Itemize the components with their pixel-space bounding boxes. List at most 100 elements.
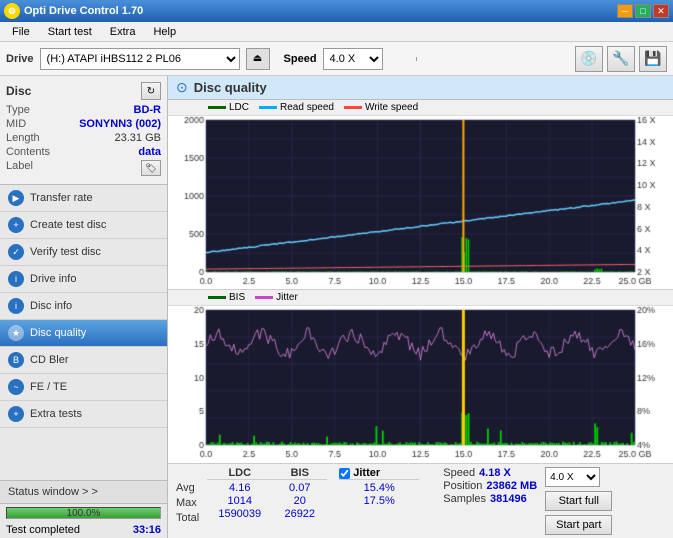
sidebar-label-drive-info: Drive info xyxy=(30,273,76,285)
progress-bar: 100.0% xyxy=(6,507,161,519)
start-part-button[interactable]: Start part xyxy=(545,515,612,535)
sidebar-item-cd-bler[interactable]: B CD Bler xyxy=(0,347,167,374)
time-display: 33:16 xyxy=(133,524,161,536)
ldc-max: 1014 xyxy=(207,495,272,507)
nav-items: ▶ Transfer rate + Create test disc ✓ Ver… xyxy=(0,185,167,428)
sidebar: Disc ↻ Type BD-R MID SONYNN3 (002) Lengt… xyxy=(0,76,168,538)
progress-area: 100.0% xyxy=(0,504,167,522)
create-test-disc-icon: + xyxy=(8,217,24,233)
disc-mid-label: MID xyxy=(6,118,26,130)
disc-button[interactable]: 💿 xyxy=(575,46,603,72)
toolbar-right: 💿 🔧 💾 xyxy=(575,46,667,72)
bis-header: BIS xyxy=(272,467,327,480)
disc-section: Disc ↻ Type BD-R MID SONYNN3 (002) Lengt… xyxy=(0,76,167,185)
position-row: Position 23862 MB xyxy=(443,480,537,492)
menu-bar: File Start test Extra Help xyxy=(0,22,673,42)
save-button[interactable]: 💾 xyxy=(639,46,667,72)
disc-length-row: Length 23.31 GB xyxy=(6,132,161,144)
minimize-button[interactable]: ─ xyxy=(617,4,633,18)
app-icon: ⚙ xyxy=(4,3,20,19)
cd-bler-icon: B xyxy=(8,352,24,368)
chart-title-icon: ⊙ xyxy=(176,79,188,96)
disc-length-label: Length xyxy=(6,132,40,144)
legend-ldc: LDC xyxy=(208,102,249,113)
start-buttons: 4.0 X Start full Start part xyxy=(545,467,612,535)
app-title: Opti Drive Control 1.70 xyxy=(24,5,143,17)
sidebar-item-fe-te[interactable]: ~ FE / TE xyxy=(0,374,167,401)
sidebar-item-extra-tests[interactable]: + Extra tests xyxy=(0,401,167,428)
speed-select[interactable]: 4.0 X xyxy=(323,48,383,70)
legend-write-speed-color xyxy=(344,106,362,109)
disc-label-button[interactable]: 🏷 xyxy=(141,160,161,176)
position-value: 23862 MB xyxy=(486,480,537,492)
fe-te-icon: ~ xyxy=(8,379,24,395)
menu-file[interactable]: File xyxy=(4,24,38,40)
disc-label-row: Label 🏷 xyxy=(6,160,161,176)
speed-select-row: 4.0 X xyxy=(545,467,612,487)
total-label: Total xyxy=(176,512,199,526)
top-chart-legend: LDC Read speed Write speed xyxy=(168,100,673,116)
drive-select[interactable]: (H:) ATAPI iHBS112 2 PL06 xyxy=(40,48,240,70)
sidebar-label-disc-info: Disc info xyxy=(30,300,72,312)
transfer-rate-icon: ▶ xyxy=(8,190,24,206)
bis-stats-col: BIS 0.07 20 26922 xyxy=(272,467,327,520)
disc-refresh-button[interactable]: ↻ xyxy=(141,82,161,100)
maximize-button[interactable]: □ xyxy=(635,4,651,18)
bis-avg: 0.07 xyxy=(272,482,327,494)
speed-select-stats[interactable]: 4.0 X xyxy=(545,467,600,487)
max-label: Max xyxy=(176,497,199,511)
bottom-chart-legend: BIS Jitter xyxy=(168,290,673,306)
sidebar-status: Status window > > 100.0% Test completed … xyxy=(0,480,167,538)
legend-jitter-label: Jitter xyxy=(276,292,298,303)
menu-start-test[interactable]: Start test xyxy=(40,24,100,40)
close-button[interactable]: ✕ xyxy=(653,4,669,18)
legend-jitter: Jitter xyxy=(255,292,298,303)
disc-contents-value: data xyxy=(138,146,161,158)
sidebar-label-disc-quality: Disc quality xyxy=(30,327,86,339)
ldc-stats-col: LDC 4.16 1014 1590039 xyxy=(207,467,272,520)
drive-info-icon: i xyxy=(8,271,24,287)
sidebar-label-verify-test-disc: Verify test disc xyxy=(30,246,101,258)
sidebar-item-create-test-disc[interactable]: + Create test disc xyxy=(0,212,167,239)
sidebar-label-transfer-rate: Transfer rate xyxy=(30,192,93,204)
jitter-header-row: Jitter xyxy=(339,467,419,480)
status-window-button[interactable]: Status window > > xyxy=(0,481,167,504)
menu-extra[interactable]: Extra xyxy=(102,24,144,40)
disc-title: Disc xyxy=(6,84,31,98)
disc-header: Disc ↻ xyxy=(6,82,161,100)
speed-display-value: 4.18 X xyxy=(479,467,511,479)
jitter-max: 17.5% xyxy=(339,495,419,507)
sidebar-item-verify-test-disc[interactable]: ✓ Verify test disc xyxy=(0,239,167,266)
position-label: Position xyxy=(443,480,482,492)
legend-ldc-label: LDC xyxy=(229,102,249,113)
ldc-header: LDC xyxy=(207,467,272,480)
speed-label: Speed xyxy=(284,53,317,65)
start-full-button[interactable]: Start full xyxy=(545,491,612,511)
eject-button[interactable]: ⏏ xyxy=(246,48,270,70)
avg-label: Avg xyxy=(176,482,199,496)
disc-mid-value: SONYNN3 (002) xyxy=(79,118,161,130)
sidebar-label-cd-bler: CD Bler xyxy=(30,354,69,366)
title-bar-left: ⚙ Opti Drive Control 1.70 xyxy=(4,3,143,19)
jitter-checkbox[interactable] xyxy=(339,468,350,479)
legend-jitter-color xyxy=(255,296,273,299)
legend-read-speed-label: Read speed xyxy=(280,102,334,113)
jitter-header: Jitter xyxy=(353,467,380,479)
legend-read-speed-color xyxy=(259,106,277,109)
ldc-avg: 4.16 xyxy=(207,482,272,494)
bis-max: 20 xyxy=(272,495,327,507)
legend-write-speed: Write speed xyxy=(344,102,418,113)
sidebar-label-fe-te: FE / TE xyxy=(30,381,67,393)
sidebar-item-transfer-rate[interactable]: ▶ Transfer rate xyxy=(0,185,167,212)
sidebar-item-drive-info[interactable]: i Drive info xyxy=(0,266,167,293)
settings-button[interactable]: 🔧 xyxy=(607,46,635,72)
sidebar-item-disc-info[interactable]: i Disc info xyxy=(0,293,167,320)
menu-help[interactable]: Help xyxy=(145,24,184,40)
disc-quality-icon: ★ xyxy=(8,325,24,341)
jitter-avg: 15.4% xyxy=(339,482,419,494)
main-layout: Disc ↻ Type BD-R MID SONYNN3 (002) Lengt… xyxy=(0,76,673,538)
title-bar-controls: ─ □ ✕ xyxy=(617,4,669,18)
toolbar: Drive (H:) ATAPI iHBS112 2 PL06 ⏏ Speed … xyxy=(0,42,673,76)
stats-row-labels: Avg Max Total xyxy=(176,467,199,526)
sidebar-item-disc-quality[interactable]: ★ Disc quality xyxy=(0,320,167,347)
